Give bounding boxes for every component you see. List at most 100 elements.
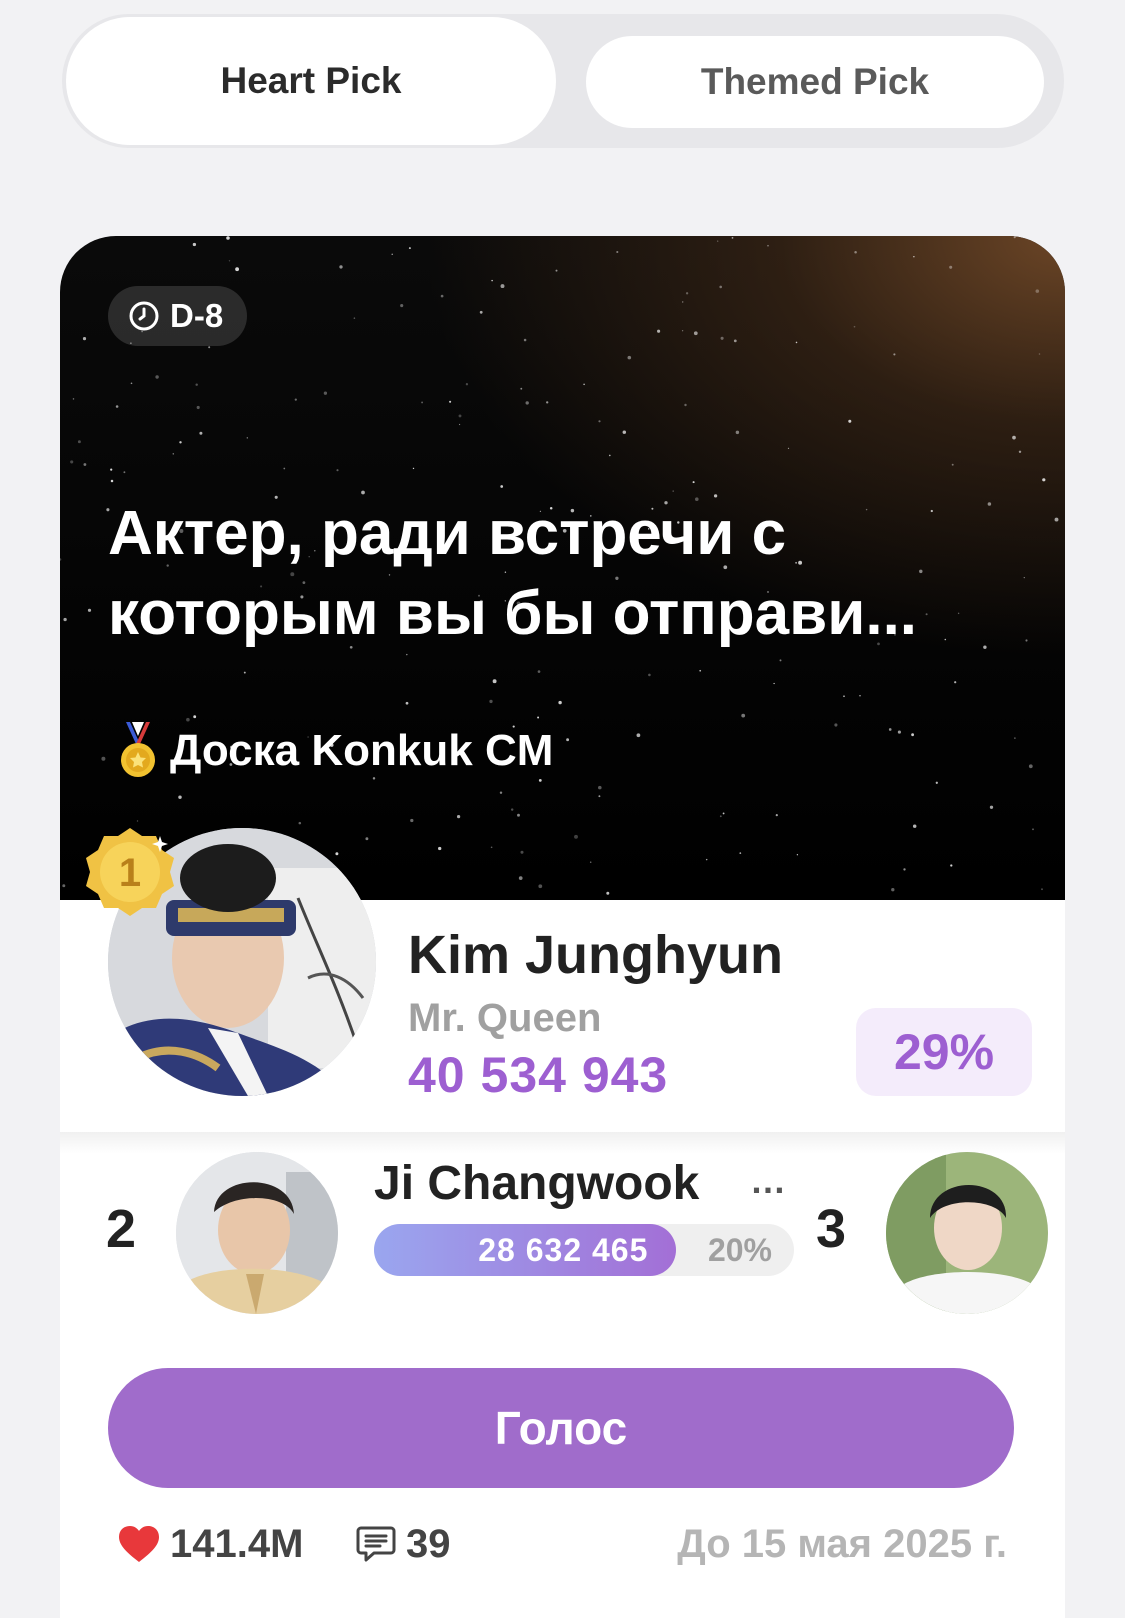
star-dot bbox=[243, 671, 246, 674]
star-dot bbox=[510, 808, 514, 811]
star-dot bbox=[705, 858, 708, 861]
star-dot bbox=[891, 888, 895, 892]
pick-tabs: Heart Pick Themed Pick bbox=[62, 14, 1064, 148]
star-dot bbox=[136, 820, 139, 822]
star-dot bbox=[192, 242, 197, 247]
star-dot bbox=[458, 414, 462, 418]
third-avatar bbox=[886, 1152, 1048, 1314]
star-dot bbox=[796, 854, 799, 856]
gold-rank-badge-icon: 1 bbox=[86, 828, 174, 916]
star-dot bbox=[412, 467, 415, 470]
ranking-row[interactable]: 2 Ji Changwook … 28 632 465 20% 3 bbox=[60, 1152, 1065, 1332]
star-dot bbox=[186, 717, 190, 722]
star-dot bbox=[123, 471, 126, 474]
star-dot bbox=[500, 485, 504, 488]
star-dot bbox=[739, 852, 742, 854]
star-dot bbox=[913, 256, 915, 258]
star-dot bbox=[636, 733, 641, 738]
star-dot bbox=[616, 250, 619, 254]
tab-themed-pick[interactable]: Themed Pick bbox=[586, 36, 1044, 128]
star-dot bbox=[767, 244, 769, 247]
star-dot bbox=[193, 715, 197, 719]
star-dot bbox=[1012, 435, 1016, 440]
star-dot bbox=[699, 669, 702, 672]
star-dot bbox=[1054, 517, 1059, 522]
star-dot bbox=[1025, 639, 1028, 642]
star-dot bbox=[834, 723, 838, 727]
star-dot bbox=[733, 339, 737, 343]
star-dot bbox=[589, 861, 592, 863]
star-dot bbox=[440, 294, 444, 298]
more-icon[interactable]: … bbox=[750, 1160, 786, 1202]
star-dot bbox=[681, 330, 684, 332]
vote-button[interactable]: Голос bbox=[108, 1368, 1014, 1488]
star-dot bbox=[336, 469, 339, 472]
star-dot bbox=[558, 700, 562, 705]
star-dot bbox=[115, 405, 119, 408]
star-dot bbox=[555, 269, 558, 272]
star-dot bbox=[566, 738, 570, 742]
runner-name: Ji Changwook bbox=[374, 1157, 700, 1210]
leader-percent-badge: 29% bbox=[856, 1008, 1032, 1096]
star-dot bbox=[693, 331, 698, 336]
star-dot bbox=[491, 279, 493, 282]
star-dot bbox=[954, 681, 957, 684]
dday-text: D-8 bbox=[170, 297, 224, 334]
star-dot bbox=[622, 430, 627, 434]
leader-name: Kim Junghyun bbox=[408, 925, 783, 985]
star-dot bbox=[410, 818, 414, 823]
star-dot bbox=[546, 401, 549, 404]
leader-row[interactable]: 1 Kim Junghyun Mr. Queen 40 534 943 29% bbox=[60, 828, 1065, 1132]
comments-count[interactable]: 39 bbox=[356, 1504, 451, 1584]
star-dot bbox=[735, 430, 740, 435]
star-dot bbox=[1032, 828, 1034, 831]
star-dot bbox=[1043, 238, 1045, 241]
star-dot bbox=[60, 558, 62, 561]
star-dot bbox=[717, 240, 719, 242]
star-dot bbox=[1018, 450, 1022, 454]
star-dot bbox=[935, 781, 938, 784]
poll-board[interactable]: Доска Konkuk CM bbox=[118, 722, 553, 780]
star-dot bbox=[195, 383, 198, 386]
star-dot bbox=[196, 405, 200, 410]
poll-hero: D-8 Актер, ради встречи с которым вы бы … bbox=[60, 236, 1065, 900]
star-dot bbox=[459, 423, 461, 426]
star-dot bbox=[465, 383, 469, 386]
star-dot bbox=[335, 852, 339, 856]
star-dot bbox=[606, 891, 610, 895]
star-dot bbox=[70, 460, 74, 464]
star-dot bbox=[719, 815, 722, 818]
star-dot bbox=[1013, 236, 1016, 239]
star-dot bbox=[479, 310, 483, 314]
star-dot bbox=[492, 679, 497, 684]
star-dot bbox=[1042, 478, 1046, 482]
star-dot bbox=[283, 467, 286, 470]
star-dot bbox=[692, 481, 695, 484]
star-dot bbox=[893, 353, 896, 356]
star-dot bbox=[657, 329, 661, 333]
star-dot bbox=[854, 251, 857, 254]
star-dot bbox=[456, 814, 461, 819]
star-dot bbox=[246, 437, 248, 439]
star-dot bbox=[720, 336, 724, 340]
star-dot bbox=[787, 447, 790, 450]
star-dot bbox=[172, 453, 175, 455]
star-dot bbox=[110, 468, 113, 471]
star-dot bbox=[598, 795, 601, 798]
star-dot bbox=[685, 292, 689, 295]
poll-title: Актер, ради встречи с которым вы бы отпр… bbox=[108, 499, 918, 648]
hearts-count[interactable]: 141.4M bbox=[118, 1504, 303, 1584]
star-dot bbox=[848, 419, 852, 423]
runner-avatar bbox=[176, 1152, 338, 1314]
star-dot bbox=[608, 454, 611, 457]
star-dot bbox=[775, 814, 778, 817]
poll-card[interactable]: D-8 Актер, ради встречи с которым вы бы … bbox=[60, 236, 1065, 1618]
deadline-text: До 15 мая 2025 г. bbox=[677, 1521, 1007, 1566]
star-dot bbox=[722, 812, 725, 815]
star-dot bbox=[500, 284, 505, 289]
comment-icon bbox=[356, 1526, 396, 1562]
third-rank-number: 3 bbox=[816, 1199, 847, 1259]
star-dot bbox=[77, 440, 81, 444]
tab-heart-pick[interactable]: Heart Pick bbox=[66, 17, 556, 145]
star-dot bbox=[294, 398, 297, 401]
